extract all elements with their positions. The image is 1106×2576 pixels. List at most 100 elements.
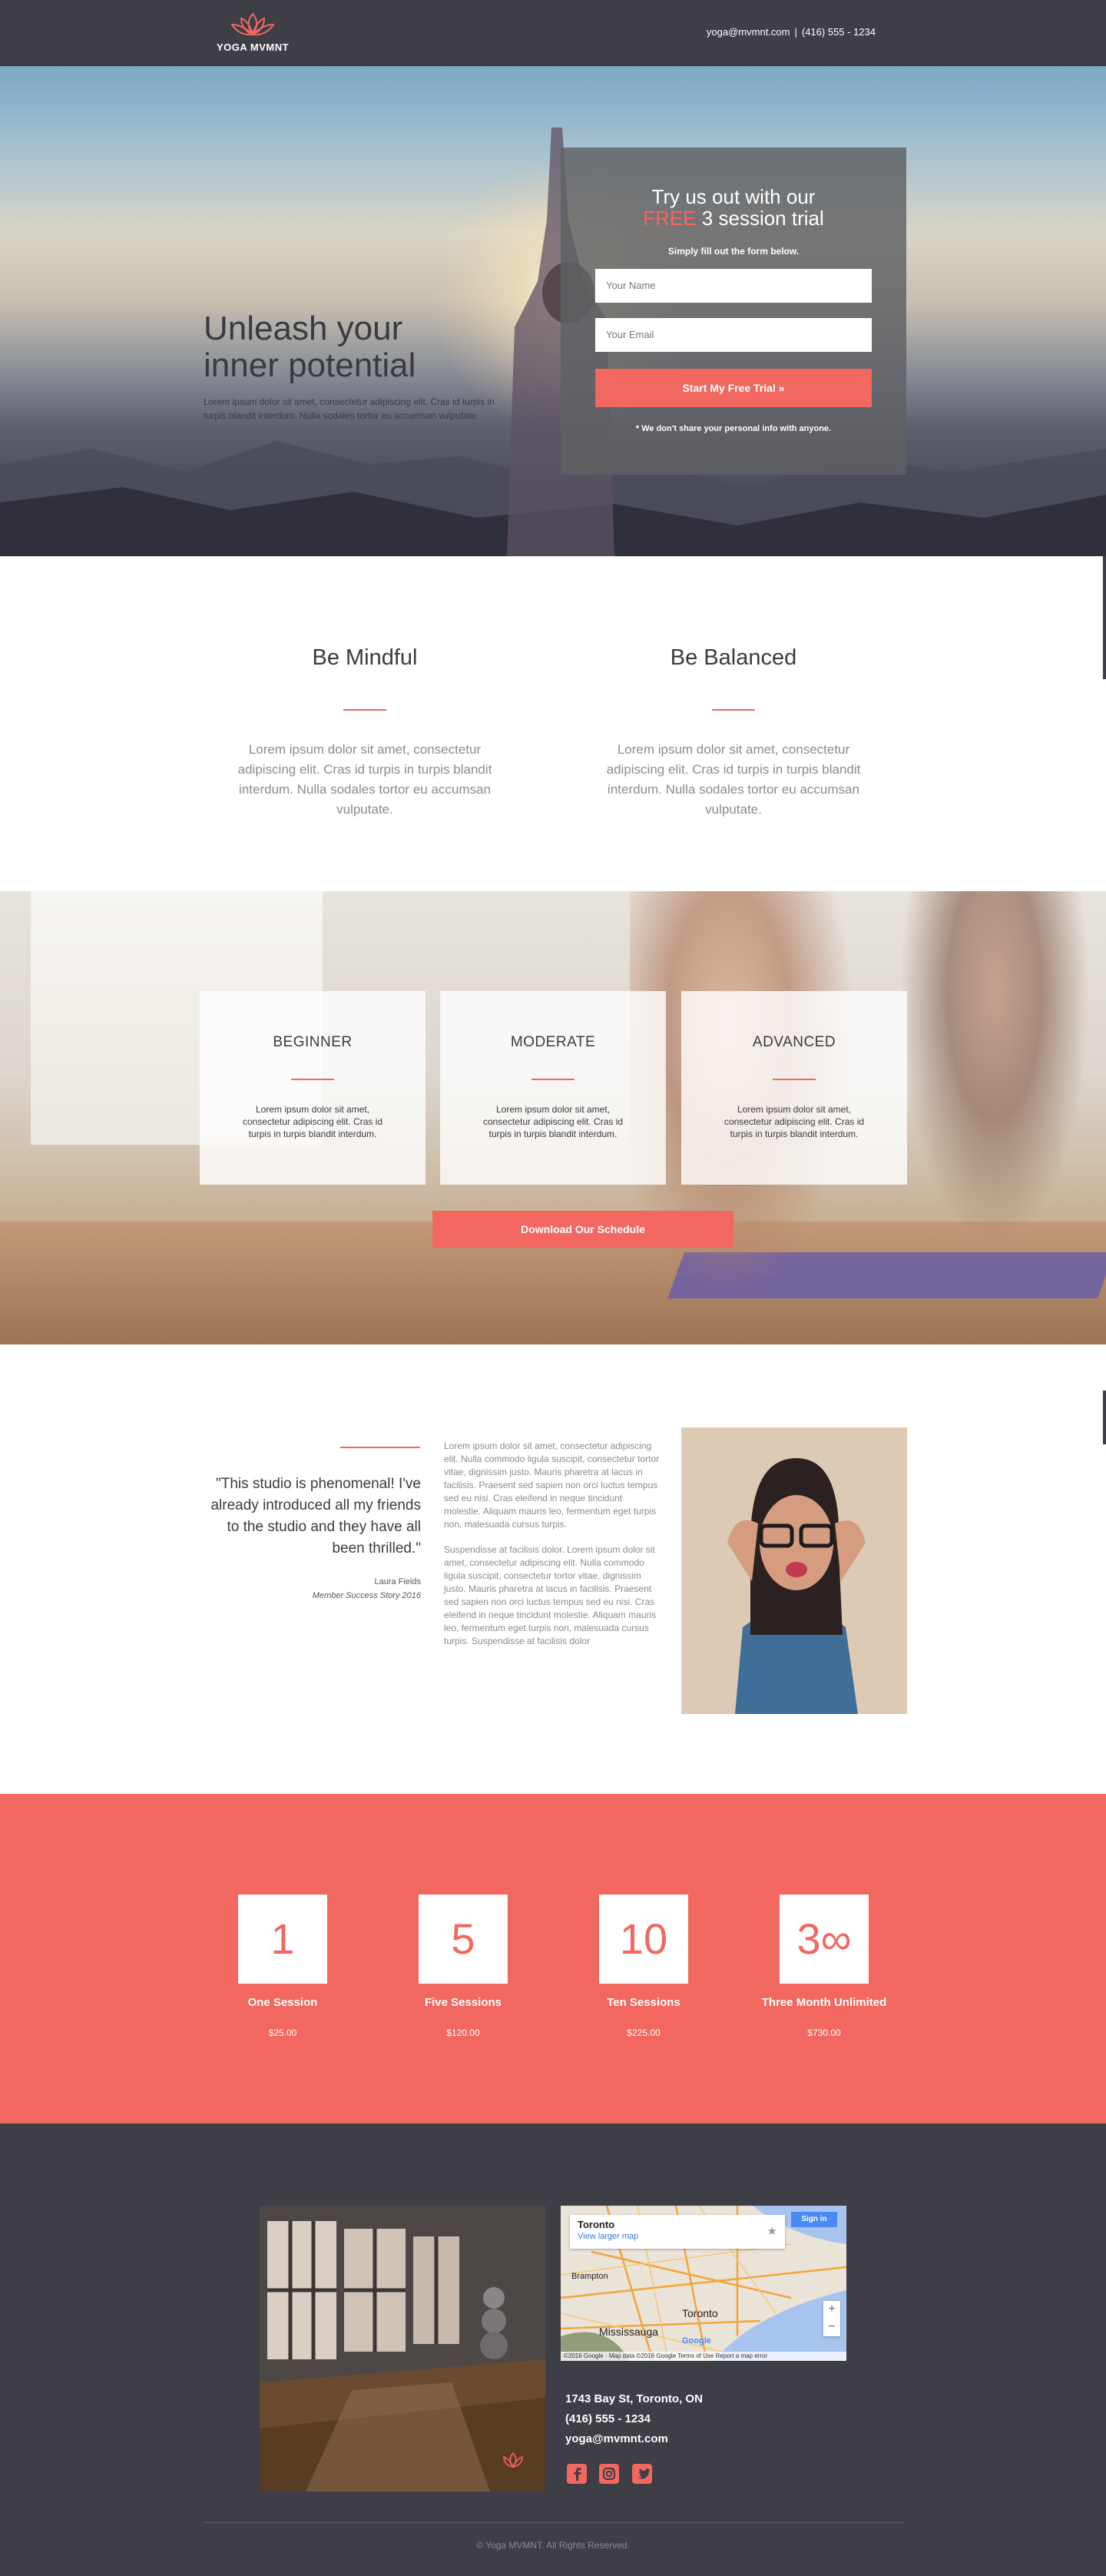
accent-divider [773,1079,816,1080]
trial-heading: Try us out with our FREE 3 session trial [561,186,906,229]
hero-title-line2: inner potential [204,346,416,384]
site-footer: Toronto View larger map ★ Sign in Brampt… [0,2123,1106,2576]
background-person [883,891,1106,1291]
map-attribution: ©2016 Google · Map data ©2016 Google Ter… [561,2352,846,2361]
hero-section: Unleash your inner potential Lorem ipsum… [0,66,1106,556]
copyright: © Yoga MVMNT. All Rights Reserved. [476,2540,630,2551]
map-google-logo: Google [682,2336,711,2346]
header-email[interactable]: yoga@mvmnt.com [707,26,790,38]
logo[interactable]: YOGA MVMNT [214,11,292,53]
testimonial-quote: "This studio is phenomenal! I've already… [210,1476,421,1557]
price-amount: $120.00 [446,2027,480,2038]
accent-divider [343,709,386,711]
price-card[interactable]: 5 Five Sessions $120.00 [386,1895,540,2038]
level-text: Lorem ipsum dolor sit amet, consectetur … [482,1104,624,1139]
twitter-icon[interactable] [631,2464,652,2484]
price-name: Three Month Unlimited [761,1996,887,2009]
studio-interior [260,2206,545,2491]
header-contact: yoga@mvmnt.com | (416) 555 - 1234 [707,26,876,38]
price-name: One Session [247,1996,318,2009]
map-signin-button[interactable]: Sign in [791,2212,837,2227]
instagram-icon[interactable] [599,2464,620,2484]
features-section: Be Mindful Lorem ipsum dolor sit amet, c… [0,556,1106,891]
trial-note: Simply fill out the form below. [667,246,800,257]
testimonial-body: Lorem ipsum dolor sit amet, consectetur … [444,1440,661,1648]
level-card-advanced: ADVANCED Lorem ipsum dolor sit amet, con… [681,991,907,1185]
testimonial-role: Member Success Story 2016 [312,1591,421,1600]
feature-mindful: Be Mindful Lorem ipsum dolor sit amet, c… [234,645,495,820]
lotus-icon [230,12,275,36]
testimonial-photo [681,1427,907,1714]
price-amount: $25.00 [268,2027,297,2038]
studio-photo [260,2206,545,2491]
accent-divider [340,1447,420,1448]
price-number: 3∞ [780,1895,869,1984]
trial-heading-rest: 3 session trial [701,207,824,230]
testimonial-author: Laura Fields [374,1577,421,1586]
email-input[interactable] [595,318,872,352]
hero-subtitle: Lorem ipsum dolor sit amet, consectetur … [204,396,495,421]
map-label: Brampton [571,2272,608,2281]
price-name: Five Sessions [424,1996,502,2009]
footer-divider [203,2522,903,2523]
view-larger-map-link[interactable]: View larger map [578,2232,777,2241]
level-text: Lorem ipsum dolor sit amet, consectetur … [724,1104,865,1139]
social-links [567,2464,661,2484]
level-title: MODERATE [510,1034,596,1050]
testimonial-paragraph: Lorem ipsum dolor sit amet, consectetur … [444,1441,660,1530]
trial-disclaimer: * We don't share your personal info with… [635,424,832,433]
price-card[interactable]: 10 Ten Sessions $225.00 [567,1895,720,2038]
level-card-moderate: MODERATE Lorem ipsum dolor sit amet, con… [440,991,666,1185]
map-zoom-control[interactable]: + − [823,2301,840,2336]
map-info-card: Toronto View larger map ★ [570,2215,785,2249]
price-amount: $730.00 [807,2027,841,2038]
scroll-indicator [1103,556,1106,679]
footer-address: 1743 Bay St, Toronto, ON [565,2392,703,2405]
price-card[interactable]: 1 One Session $25.00 [206,1895,359,2038]
feature-text: Lorem ipsum dolor sit amet, consectetur … [606,742,861,817]
hero-title-line1: Unleash your [204,310,403,347]
price-card[interactable]: 3∞ Three Month Unlimited $730.00 [747,1895,901,2038]
level-title: BEGINNER [273,1034,353,1050]
start-trial-button[interactable]: Start My Free Trial » [595,369,872,407]
feature-text: Lorem ipsum dolor sit amet, consectetur … [237,742,492,817]
feature-title: Be Balanced [670,645,797,670]
testimonial-section: "This studio is phenomenal! I've already… [0,1344,1106,1794]
header-phone[interactable]: (416) 555 - 1234 [802,26,876,38]
price-number: 10 [599,1895,688,1984]
feature-balanced: Be Balanced Lorem ipsum dolor sit amet, … [603,645,864,820]
map-label: Mississauga [599,2326,659,2338]
level-title: ADVANCED [752,1034,836,1050]
levels-section: BEGINNER Lorem ipsum dolor sit amet, con… [0,891,1106,1344]
footer-email[interactable]: yoga@mvmnt.com [565,2429,703,2449]
price-number: 1 [238,1895,327,1984]
level-card-beginner: BEGINNER Lorem ipsum dolor sit amet, con… [200,991,426,1185]
download-schedule-button[interactable]: Download Our Schedule [432,1211,733,1248]
footer-contact: 1743 Bay St, Toronto, ON (416) 555 - 123… [565,2389,703,2449]
accent-divider [712,709,755,711]
price-number: 5 [419,1895,508,1984]
trial-heading-line1: Try us out with our [651,185,816,208]
footer-phone[interactable]: (416) 555 - 1234 [565,2409,703,2429]
hero-title: Unleash your inner potential [204,310,526,384]
name-input[interactable] [595,269,872,303]
location-map[interactable]: Toronto View larger map ★ Sign in Brampt… [561,2206,846,2361]
pricing-section: 1 One Session $25.00 5 Five Sessions $12… [0,1794,1106,2123]
accent-divider [291,1079,334,1080]
scroll-indicator [1103,1391,1106,1444]
zoom-in-icon[interactable]: + [823,2301,840,2319]
map-city: Toronto [578,2219,615,2230]
star-icon[interactable]: ★ [767,2224,777,2238]
level-text: Lorem ipsum dolor sit amet, consectetur … [242,1104,383,1139]
facebook-icon[interactable] [567,2464,587,2484]
header-separator: | [794,26,797,38]
accent-divider [531,1079,575,1080]
price-amount: $225.00 [627,2027,661,2038]
trial-heading-free: FREE [643,207,697,230]
feature-title: Be Mindful [312,645,418,670]
hero-text: Unleash your inner potential Lorem ipsum… [204,310,526,423]
map-label: Toronto [682,2307,718,2319]
testimonial-paragraph: Suspendisse at facilisis dolor. Lorem ip… [444,1544,657,1646]
site-header: YOGA MVMNT yoga@mvmnt.com | (416) 555 - 12… [0,0,1106,66]
zoom-out-icon[interactable]: − [823,2319,840,2336]
